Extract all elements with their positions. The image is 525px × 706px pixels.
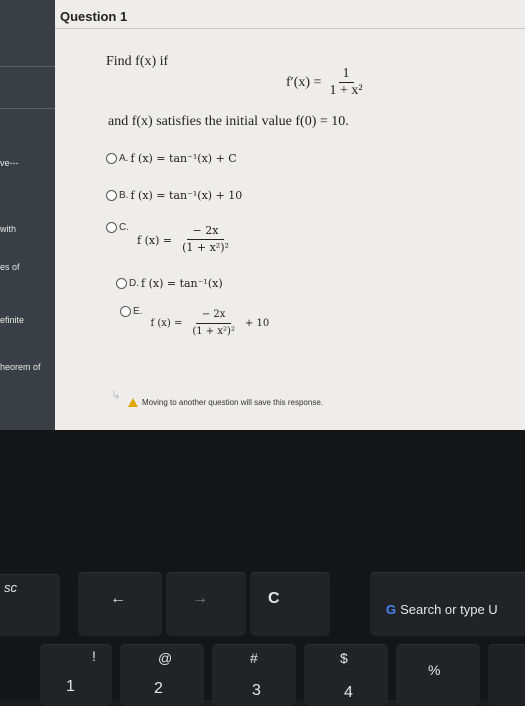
sidebar-item[interactable]: efinite: [0, 315, 24, 325]
option-numerator: − 2x: [186, 224, 225, 240]
key-2-label: 2: [154, 680, 163, 697]
derivative-denominator: 1 + x²: [329, 83, 363, 98]
option-letter: C.: [119, 222, 129, 233]
key-1-shift: !: [92, 648, 96, 664]
radio-button[interactable]: [120, 306, 131, 317]
save-notice: Moving to another question will save thi…: [128, 398, 323, 407]
option-letter: E.: [133, 306, 143, 317]
option-denominator: (1 + x²)²: [192, 326, 235, 337]
initial-condition: and f(x) satisfies the initial value f(0…: [108, 114, 349, 129]
option-numerator: − 2x: [195, 308, 232, 324]
option-a[interactable]: A. f (x) = tan⁻¹(x) + C: [106, 152, 237, 165]
question-title: Question 1: [60, 9, 128, 24]
option-c[interactable]: C. f (x) = − 2x (1 + x²)²: [106, 222, 239, 255]
question-prompt: Find f(x) if: [106, 54, 169, 69]
reload-icon: C: [268, 590, 280, 607]
option-fraction: − 2x (1 + x²)²: [176, 224, 235, 255]
derivative-lhs: f′(x) =: [286, 74, 322, 90]
derivative-numerator: 1: [338, 66, 354, 83]
key-3-label: 3: [252, 682, 261, 699]
option-d[interactable]: D. f (x) = tan⁻¹(x): [116, 277, 223, 290]
key-1[interactable]: [40, 644, 112, 706]
option-letter: A.: [119, 153, 129, 164]
sidebar-item[interactable]: heorem of: [0, 362, 41, 372]
derivative-equation: f′(x) = 1 1 + x²: [286, 66, 367, 99]
key-6[interactable]: [488, 644, 525, 706]
laptop-keyboard: sc ← → C G Search or type U ! 1 @ 2 # 3 …: [0, 430, 525, 706]
save-notice-text: Moving to another question will save thi…: [142, 398, 323, 407]
browser-screen: ve--- with es of efinite heorem of Quest…: [0, 0, 525, 430]
option-expression: f (x) = tan⁻¹(x) + 10: [130, 189, 243, 202]
radio-button[interactable]: [106, 190, 117, 201]
warning-icon: [128, 398, 138, 407]
key-1-label: 1: [66, 678, 75, 695]
radio-button[interactable]: [106, 222, 117, 233]
option-letter: B.: [119, 190, 129, 201]
option-expression: f (x) = tan⁻¹(x) + C: [130, 152, 237, 165]
option-lhs: f (x) =: [137, 234, 173, 247]
search-text: Search or type U: [400, 602, 498, 617]
key-2-shift: @: [158, 650, 173, 666]
option-e[interactable]: E. f (x) = − 2x (1 + x²)² + 10: [120, 306, 269, 339]
search-key-label: G Search or type U: [386, 602, 498, 617]
back-arrow-icon: ←: [110, 590, 126, 607]
radio-button[interactable]: [106, 153, 117, 164]
key-3-shift: #: [250, 650, 258, 666]
option-lhs: f (x) =: [150, 318, 183, 329]
option-expression: f (x) = tan⁻¹(x): [141, 277, 223, 290]
title-divider: [55, 28, 525, 29]
key-4-label: 4: [344, 684, 353, 701]
reload-key[interactable]: [250, 572, 330, 636]
sidebar-item[interactable]: es of: [0, 262, 20, 272]
sidebar-item[interactable]: ve---: [0, 158, 19, 168]
option-fraction: − 2x (1 + x²)²: [186, 308, 241, 339]
forward-arrow-icon: →: [192, 590, 208, 607]
sidebar-item[interactable]: with: [0, 224, 16, 234]
sidebar-divider: [0, 66, 55, 67]
option-letter: D.: [129, 278, 139, 289]
return-arrow-icon: ↳: [111, 388, 122, 402]
key-5-shift: %: [428, 662, 441, 678]
google-g-icon: G: [386, 602, 397, 617]
option-b[interactable]: B. f (x) = tan⁻¹(x) + 10: [106, 189, 242, 202]
derivative-fraction: 1 1 + x²: [325, 66, 366, 99]
option-denominator: (1 + x²)²: [182, 241, 229, 254]
course-sidebar: ve--- with es of efinite heorem of: [0, 0, 55, 430]
option-tail: + 10: [244, 318, 270, 329]
sidebar-divider: [0, 108, 55, 109]
esc-key-label: sc: [4, 580, 17, 595]
radio-button[interactable]: [116, 278, 127, 289]
key-4-shift: $: [340, 650, 348, 666]
